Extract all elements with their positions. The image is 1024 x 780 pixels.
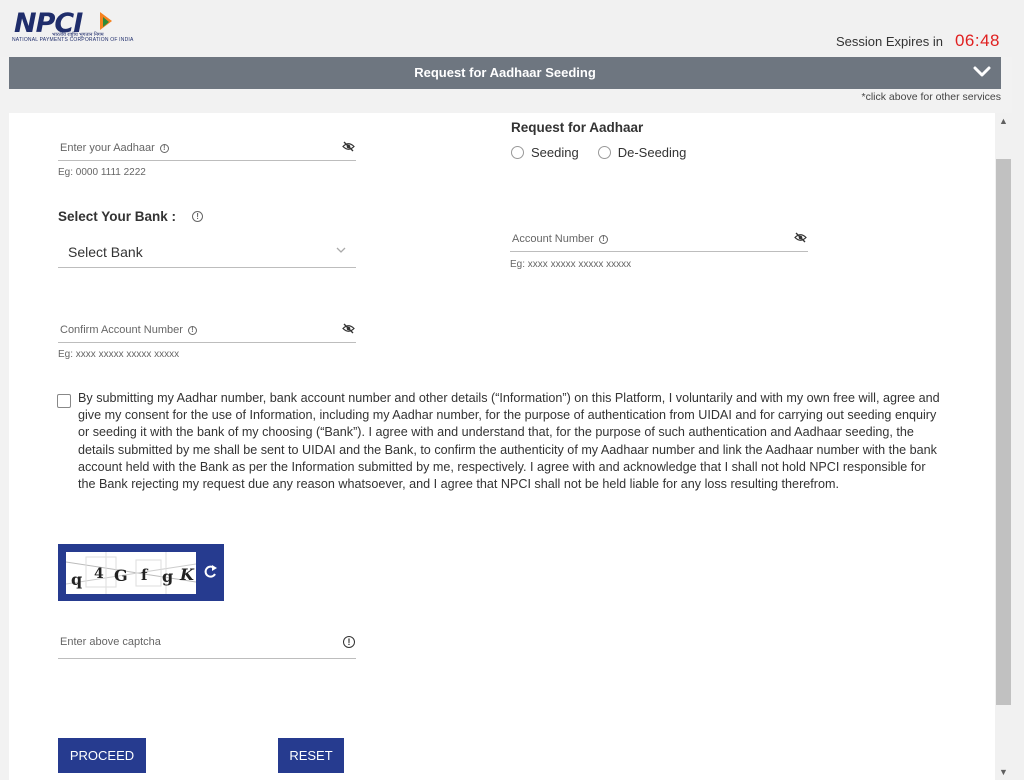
confirm-account-hint: Eg: xxxx xxxxx xxxxx xxxxx: [58, 349, 180, 360]
captcha-char: q: [71, 570, 83, 589]
confirm-account-label: Confirm Account Number: [60, 324, 183, 336]
radio-button[interactable]: [511, 146, 524, 159]
refresh-icon[interactable]: [203, 564, 218, 580]
bank-select-value: Select Bank: [68, 244, 143, 260]
scrollbar[interactable]: ▲ ▼: [995, 113, 1012, 780]
bank-title-row: Select Your Bank : !: [58, 209, 204, 224]
bank-title: Select Your Bank :: [58, 209, 177, 224]
request-type-radios: Seeding De-Seeding: [511, 145, 705, 160]
proceed-button[interactable]: PROCEED: [58, 738, 146, 773]
scroll-up-icon[interactable]: ▲: [999, 116, 1008, 126]
eye-slash-icon[interactable]: [342, 141, 355, 152]
request-title: Request for Aadhaar: [511, 120, 644, 135]
radio-de-seeding-label: De-Seeding: [617, 145, 687, 160]
radio-de-seeding[interactable]: De-Seeding: [597, 145, 687, 160]
consent-text: By submitting my Aadhar number, bank acc…: [78, 391, 940, 492]
info-icon[interactable]: !: [343, 636, 355, 648]
captcha-char: K: [180, 565, 194, 584]
account-number-hint: Eg: xxxx xxxxx xxxxx xxxxx: [510, 259, 632, 270]
scroll-down-icon[interactable]: ▼: [999, 767, 1008, 777]
session-timer: Session Expires in 06:48: [836, 31, 1000, 51]
captcha-input[interactable]: Enter above captcha !: [58, 627, 356, 659]
info-icon[interactable]: !: [192, 211, 204, 222]
aadhaar-input[interactable]: Enter your Aadhaar !: [58, 129, 356, 161]
window-edge: [1012, 0, 1024, 780]
confirm-account-number-input[interactable]: Confirm Account Number !: [58, 311, 356, 343]
reset-button[interactable]: RESET: [278, 738, 344, 773]
radio-button[interactable]: [597, 146, 611, 159]
bank-select[interactable]: Select Bank: [58, 236, 356, 268]
captcha-noise: [66, 552, 196, 594]
aadhaar-label: Enter your Aadhaar: [60, 142, 155, 154]
other-services-hint: *click above for other services: [861, 91, 1001, 103]
account-number-label: Account Number: [512, 233, 594, 245]
info-icon[interactable]: !: [159, 143, 169, 153]
radio-seeding[interactable]: Seeding: [511, 145, 579, 160]
service-selector-bar[interactable]: Request for Aadhaar Seeding: [9, 57, 1001, 89]
captcha-char: 4: [94, 566, 104, 582]
session-label: Session Expires in: [836, 34, 943, 49]
service-title: Request for Aadhaar Seeding: [414, 65, 596, 80]
session-time: 06:48: [954, 31, 1000, 50]
captcha-box: q 4 G f g K: [58, 544, 224, 601]
captcha-char: f: [141, 566, 148, 584]
captcha-image: q 4 G f g K: [66, 552, 196, 594]
info-icon[interactable]: !: [598, 234, 608, 244]
info-icon[interactable]: !: [187, 325, 197, 335]
consent-checkbox[interactable]: [57, 394, 71, 408]
chevron-down-icon: [336, 247, 346, 253]
eye-slash-icon[interactable]: [342, 323, 355, 334]
eye-slash-icon[interactable]: [794, 232, 807, 243]
radio-seeding-label: Seeding: [531, 145, 579, 160]
captcha-placeholder: Enter above captcha: [60, 636, 161, 648]
captcha-char: G: [114, 566, 128, 585]
top-header: NPCI भारतीय राष्ट्रीय भुगतान निगम NATION…: [0, 0, 1024, 57]
logo-arrow-inner-icon: [103, 17, 109, 27]
captcha-char: g: [162, 567, 174, 586]
logo-tagline: NATIONAL PAYMENTS CORPORATION OF INDIA: [12, 37, 134, 43]
chevron-down-icon[interactable]: [973, 65, 991, 79]
account-number-input[interactable]: Account Number !: [510, 220, 808, 252]
aadhaar-hint: Eg: 0000 1111 2222: [58, 167, 146, 178]
npci-logo: NPCI भारतीय राष्ट्रीय भुगतान निगम NATION…: [12, 8, 133, 48]
scroll-thumb[interactable]: [996, 159, 1011, 705]
